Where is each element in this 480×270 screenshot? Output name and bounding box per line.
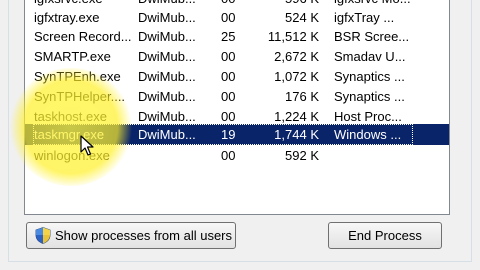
process-name: Screen Record...: [34, 29, 132, 44]
process-cpu: 00: [221, 10, 236, 25]
process-list[interactable]: igfxsrvc.exe DwiMub... 00 596 K igfxsrvc…: [24, 0, 450, 215]
process-user: DwiMub...: [138, 10, 196, 25]
process-name: SMARTP.exe: [34, 49, 111, 64]
process-memory: 11,512 K: [267, 29, 319, 44]
process-description: igfxTray ...: [334, 10, 395, 25]
process-memory: 592 K: [285, 148, 319, 163]
process-name: taskmgr.exe: [34, 127, 105, 142]
process-cpu: 00: [221, 69, 236, 84]
process-memory: 2,672 K: [274, 49, 319, 64]
process-memory: 524 K: [285, 10, 319, 25]
process-user: DwiMub...: [138, 89, 196, 104]
process-name: igfxtray.exe: [34, 10, 100, 25]
process-user: DwiMub...: [138, 127, 196, 142]
process-memory: 1,072 K: [274, 69, 319, 84]
process-description: Windows ...: [334, 127, 402, 142]
show-all-processes-button[interactable]: Show processes from all users: [26, 222, 236, 249]
process-user: DwiMub...: [138, 29, 196, 44]
process-description: BSR Scree...: [334, 29, 410, 44]
process-description: Smadav U...: [334, 49, 406, 64]
end-process-button[interactable]: End Process: [328, 222, 442, 249]
table-row[interactable]: Screen Record... DwiMub... 25 11,512 K B…: [25, 26, 449, 47]
task-manager-window: igfxsrvc.exe DwiMub... 00 596 K igfxsrvc…: [0, 0, 480, 270]
uac-shield-icon: [35, 227, 51, 244]
process-name: winlogon.exe: [34, 148, 110, 163]
process-name: SynTPEnh.exe: [34, 69, 121, 84]
table-row[interactable]: SMARTP.exe DwiMub... 00 2,672 K Smadav U…: [25, 46, 449, 67]
process-cpu: 00: [221, 89, 236, 104]
process-description: Synaptics ...: [334, 89, 405, 104]
process-user: DwiMub...: [138, 49, 196, 64]
process-name: SynTPHelper....: [34, 89, 126, 104]
process-memory: 176 K: [285, 89, 319, 104]
process-cpu: 19: [221, 127, 236, 142]
process-cpu: 00: [221, 148, 236, 163]
end-process-label: End Process: [348, 228, 422, 243]
table-row[interactable]: igfxtray.exe DwiMub... 00 524 K igfxTray…: [25, 7, 449, 28]
table-row-selected[interactable]: taskmgr.exe DwiMub... 19 1,744 K Windows…: [25, 124, 449, 145]
table-row[interactable]: SynTPHelper.... DwiMub... 00 176 K Synap…: [25, 86, 449, 107]
process-description: Synaptics ...: [334, 69, 405, 84]
process-memory: 1,744 K: [274, 127, 319, 142]
table-row[interactable]: winlogon.exe 00 592 K: [25, 145, 449, 166]
show-all-processes-label: Show processes from all users: [55, 228, 233, 243]
process-cpu: 00: [221, 49, 236, 64]
process-cpu: 25: [221, 29, 236, 44]
table-row[interactable]: SynTPEnh.exe DwiMub... 00 1,072 K Synapt…: [25, 66, 449, 87]
process-user: DwiMub...: [138, 69, 196, 84]
